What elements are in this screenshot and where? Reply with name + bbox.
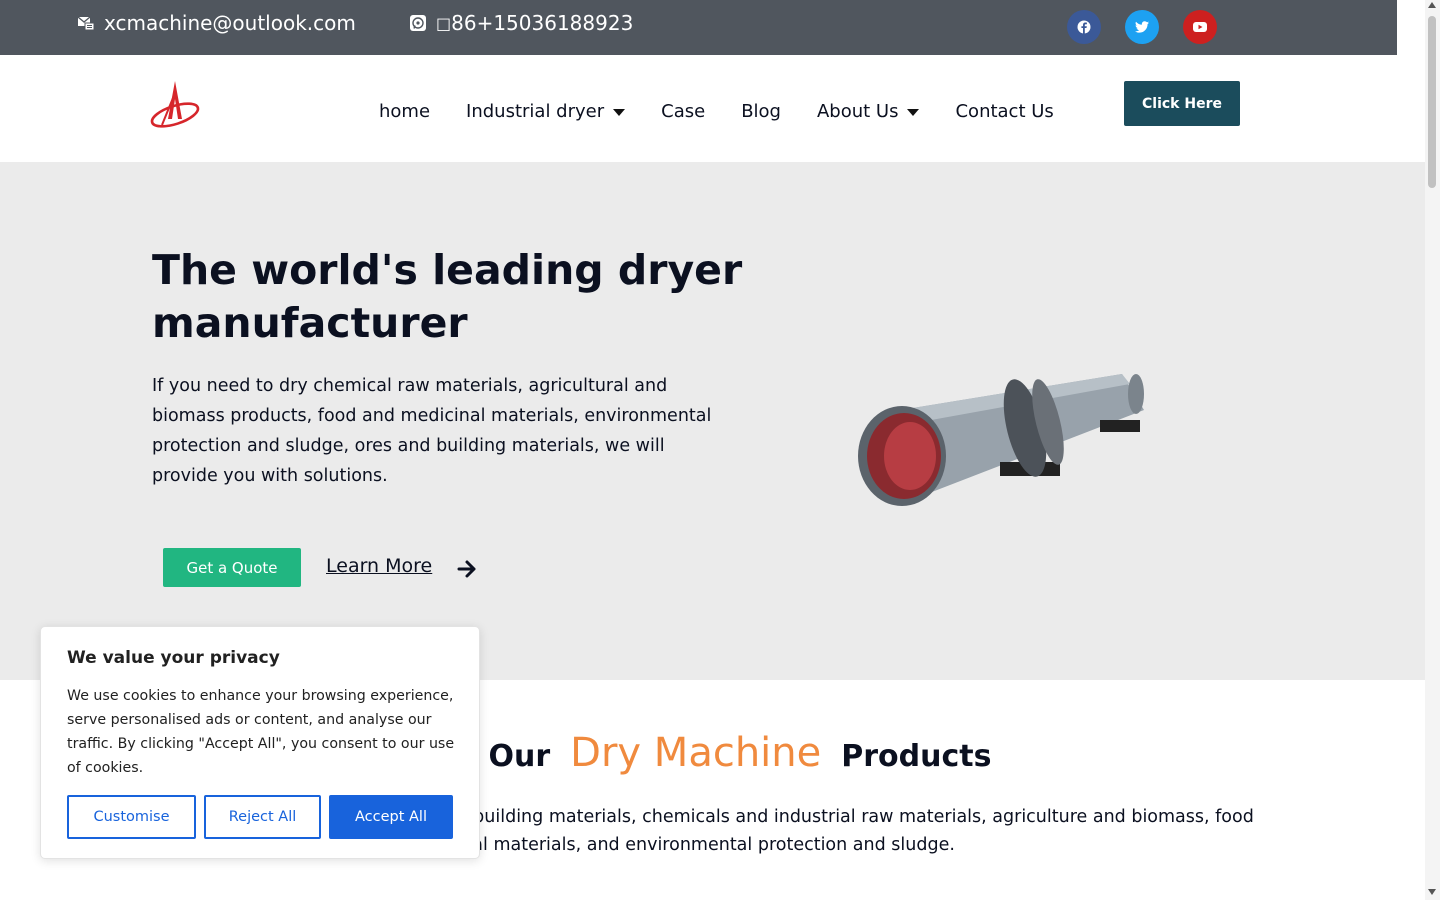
hero-title: The world's leading dryer manufacturer <box>152 246 743 347</box>
page-scrollbar[interactable] <box>1425 0 1440 900</box>
phone-contact[interactable]: □ 86+15036188923 <box>409 11 633 35</box>
products-heading: ew Our Dry Machine Products <box>430 730 991 776</box>
twitter-link[interactable] <box>1125 10 1159 44</box>
products-heading-accent: Dry Machine <box>570 730 822 776</box>
rotary-dryer-image <box>858 374 1144 506</box>
cookie-text: We use cookies to enhance your browsing … <box>67 688 455 776</box>
scroll-up-icon[interactable] <box>1428 2 1436 8</box>
youtube-link[interactable] <box>1183 10 1217 44</box>
email-contact[interactable]: xcmachine@outlook.com <box>77 11 356 35</box>
nav-item-case[interactable]: Case <box>661 101 705 122</box>
nav-item-home[interactable]: home <box>379 101 430 122</box>
facebook-icon <box>1077 20 1091 34</box>
products-description: s and building materials, chemicals and … <box>420 807 1254 855</box>
email-icon <box>77 16 95 31</box>
top-contact-bar: xcmachine@outlook.com □ 86+15036188923 <box>0 0 1397 55</box>
email-text: xcmachine@outlook.com <box>104 11 356 35</box>
whatsapp-icon <box>410 15 426 31</box>
caret-down-icon <box>613 109 626 116</box>
nav-label: Industrial dryer <box>466 101 605 122</box>
nav-label: Case <box>661 101 706 122</box>
main-nav: home Industrial dryer Case Blog About Us… <box>379 101 1090 122</box>
nav-item-industrial-dryer[interactable]: Industrial dryer <box>466 101 626 122</box>
nav-label: About Us <box>816 101 899 122</box>
learn-more-link[interactable]: Learn More <box>326 555 432 577</box>
products-heading-post: Products <box>841 739 992 774</box>
company-logo[interactable] <box>148 79 202 131</box>
click-here-button[interactable]: Click Here <box>1124 81 1240 126</box>
get-quote-button[interactable]: Get a Quote <box>163 548 301 587</box>
nav-label: home <box>379 101 431 122</box>
phone-prefix-glyph: □ <box>436 13 452 33</box>
hero-description: If you need to dry chemical raw material… <box>152 376 712 486</box>
cookie-consent-dialog: We value your privacy We use cookies to … <box>40 626 480 859</box>
twitter-icon <box>1135 21 1149 33</box>
arrow-right-icon[interactable] <box>456 558 478 580</box>
youtube-icon <box>1193 22 1207 32</box>
nav-item-contact-us[interactable]: Contact Us <box>955 101 1053 122</box>
reject-all-button[interactable]: Reject All <box>204 795 321 839</box>
hero-section: The world's leading dryer manufacturer I… <box>0 162 1425 680</box>
nav-item-blog[interactable]: Blog <box>741 101 781 122</box>
scroll-down-icon[interactable] <box>1428 889 1436 895</box>
caret-down-icon <box>907 109 920 116</box>
scroll-thumb[interactable] <box>1428 16 1436 188</box>
phone-text: 86+15036188923 <box>451 11 634 35</box>
cookie-title: We value your privacy <box>67 648 280 668</box>
nav-label: Contact Us <box>955 101 1054 122</box>
facebook-link[interactable] <box>1067 10 1101 44</box>
accept-all-button[interactable]: Accept All <box>329 795 453 839</box>
customise-button[interactable]: Customise <box>67 795 196 839</box>
nav-item-about-us[interactable]: About Us <box>817 101 920 122</box>
site-header: home Industrial dryer Case Blog About Us… <box>0 55 1425 162</box>
nav-label: Blog <box>741 101 781 122</box>
